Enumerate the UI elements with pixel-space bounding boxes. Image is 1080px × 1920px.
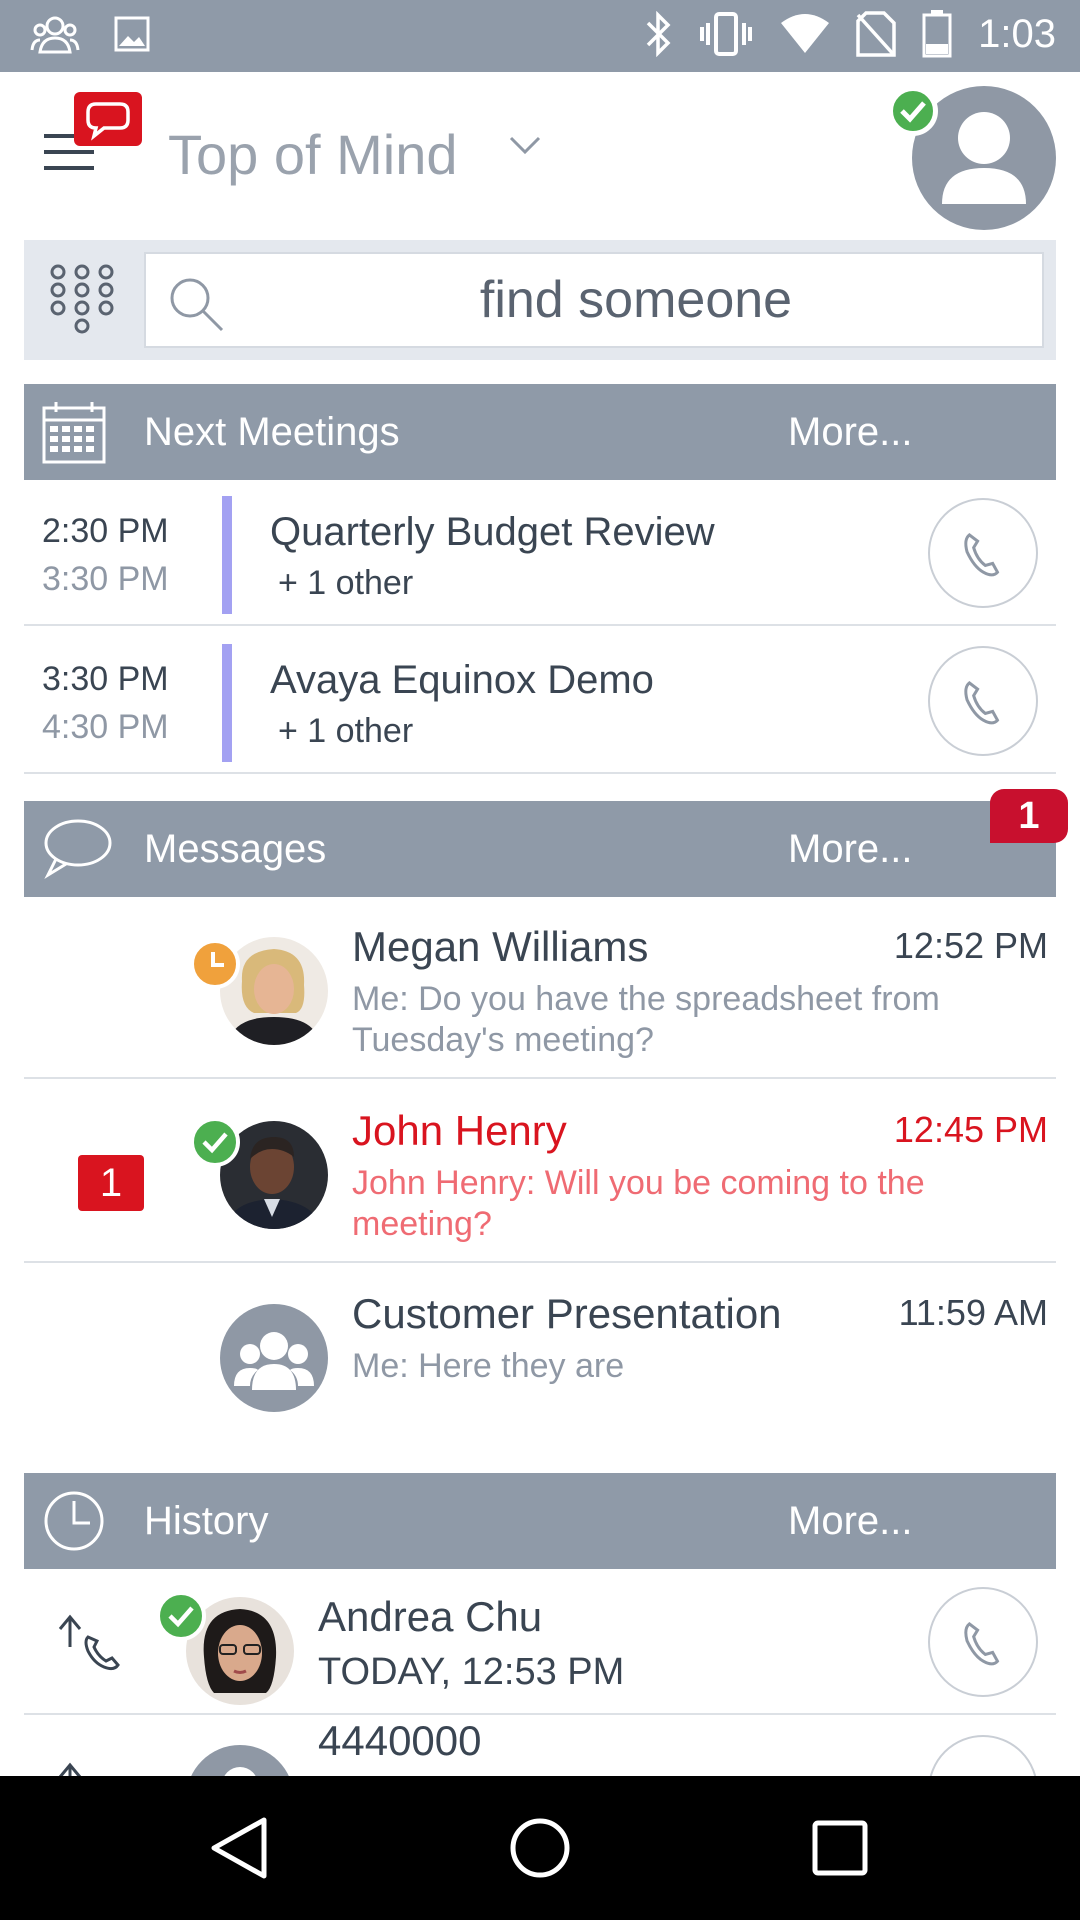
presence-available-icon <box>190 1117 240 1167</box>
message-preview: John Henry: Will you be coming to the me… <box>352 1164 925 1243</box>
chat-notification-icon[interactable] <box>74 92 142 146</box>
search-input[interactable] <box>266 254 1006 346</box>
messages-more-link[interactable]: More... <box>788 827 912 872</box>
calendar-icon <box>42 402 106 464</box>
search-field[interactable] <box>144 252 1044 348</box>
menu-line-icon <box>44 166 94 170</box>
history-contact-name: 4440000 <box>318 1717 482 1764</box>
dialpad-icon <box>50 264 114 334</box>
history-more-link[interactable]: More... <box>788 1499 912 1544</box>
history-contact-name: Andrea Chu <box>318 1593 543 1640</box>
section-title: History <box>144 1499 269 1543</box>
message-time: 12:45 PM <box>893 1109 1048 1150</box>
recents-icon[interactable] <box>806 1814 874 1882</box>
home-icon[interactable] <box>506 1814 574 1882</box>
call-button[interactable] <box>928 1587 1038 1697</box>
chevron-down-icon[interactable] <box>508 134 542 158</box>
chat-icon <box>44 819 112 880</box>
search-bar <box>24 240 1056 360</box>
group-icon <box>234 1332 314 1390</box>
menu-line-icon <box>44 150 94 154</box>
meetings-more-link[interactable]: More... <box>788 410 912 455</box>
message-item[interactable]: Customer Presentation 11:59 AM Me: Here … <box>24 1264 1056 1446</box>
meeting-start-time: 2:30 PM <box>42 512 169 550</box>
message-sender: Customer Presentation <box>352 1290 782 1337</box>
meeting-participants: + 1 other <box>278 712 414 750</box>
message-preview: Me: Here they are <box>352 1347 625 1385</box>
page-title[interactable]: Top of Mind <box>168 122 458 187</box>
unread-badge: 1 <box>78 1155 144 1211</box>
vibrate-icon <box>700 12 753 56</box>
phone-icon <box>964 1622 1000 1666</box>
meeting-title: Quarterly Budget Review <box>270 510 715 554</box>
join-call-button[interactable] <box>928 646 1038 756</box>
history-item[interactable]: Andrea Chu TODAY, 12:53 PM <box>24 1569 1056 1715</box>
join-call-button[interactable] <box>928 498 1038 608</box>
presence-available-icon <box>156 1591 206 1641</box>
meeting-title: Avaya Equinox Demo <box>270 658 654 702</box>
status-bar: 1:03 <box>0 0 1080 72</box>
meeting-color-bar <box>222 496 232 614</box>
messages-section-header: Messages More... 1 <box>24 789 1068 897</box>
no-sim-icon <box>856 11 896 57</box>
phone-icon <box>964 681 1000 725</box>
message-preview: Me: Do you have the spreadsheet from Tue… <box>352 980 940 1059</box>
message-sender: John Henry <box>352 1107 567 1154</box>
group-avatar <box>220 1304 328 1412</box>
history-time: TODAY, 12:53 PM <box>318 1651 625 1693</box>
message-item[interactable]: 1 John Henry 12:45 PM John Henry: Will y… <box>24 1081 1056 1263</box>
app-header: Top of Mind <box>0 72 1080 232</box>
status-time: 1:03 <box>978 11 1056 56</box>
message-sender: Megan Williams <box>352 923 649 970</box>
group-icon <box>30 16 80 54</box>
dialpad-button[interactable] <box>44 262 120 338</box>
bluetooth-icon <box>646 11 671 57</box>
phone-icon <box>964 533 1000 577</box>
history-section-header: History More... <box>24 1473 1056 1569</box>
meeting-item[interactable]: 3:30 PM 4:30 PM Avaya Equinox Demo + 1 o… <box>24 628 1056 774</box>
message-time: 11:59 AM <box>898 1292 1048 1333</box>
search-icon <box>170 278 224 332</box>
meeting-end-time: 3:30 PM <box>42 560 169 598</box>
presence-available-icon <box>888 86 938 136</box>
back-icon[interactable] <box>206 1814 274 1882</box>
message-time: 12:52 PM <box>893 925 1048 966</box>
system-nav-bar <box>0 1776 1080 1920</box>
section-title: Messages <box>144 827 327 871</box>
clock-icon <box>44 1491 104 1551</box>
battery-icon <box>922 10 952 58</box>
wifi-icon <box>781 14 830 53</box>
unread-count-badge: 1 <box>990 789 1068 843</box>
meeting-participants: + 1 other <box>278 564 414 602</box>
image-icon <box>114 16 150 52</box>
section-title: Next Meetings <box>144 410 400 454</box>
message-item[interactable]: Megan Williams 12:52 PM Me: Do you have … <box>24 897 1056 1079</box>
meetings-section-header: Next Meetings More... <box>24 384 1056 480</box>
outgoing-call-icon <box>58 1614 120 1671</box>
presence-away-icon <box>190 939 240 989</box>
meeting-end-time: 4:30 PM <box>42 708 169 746</box>
meeting-item[interactable]: 2:30 PM 3:30 PM Quarterly Budget Review … <box>24 480 1056 626</box>
meeting-start-time: 3:30 PM <box>42 660 169 698</box>
meeting-color-bar <box>222 644 232 762</box>
